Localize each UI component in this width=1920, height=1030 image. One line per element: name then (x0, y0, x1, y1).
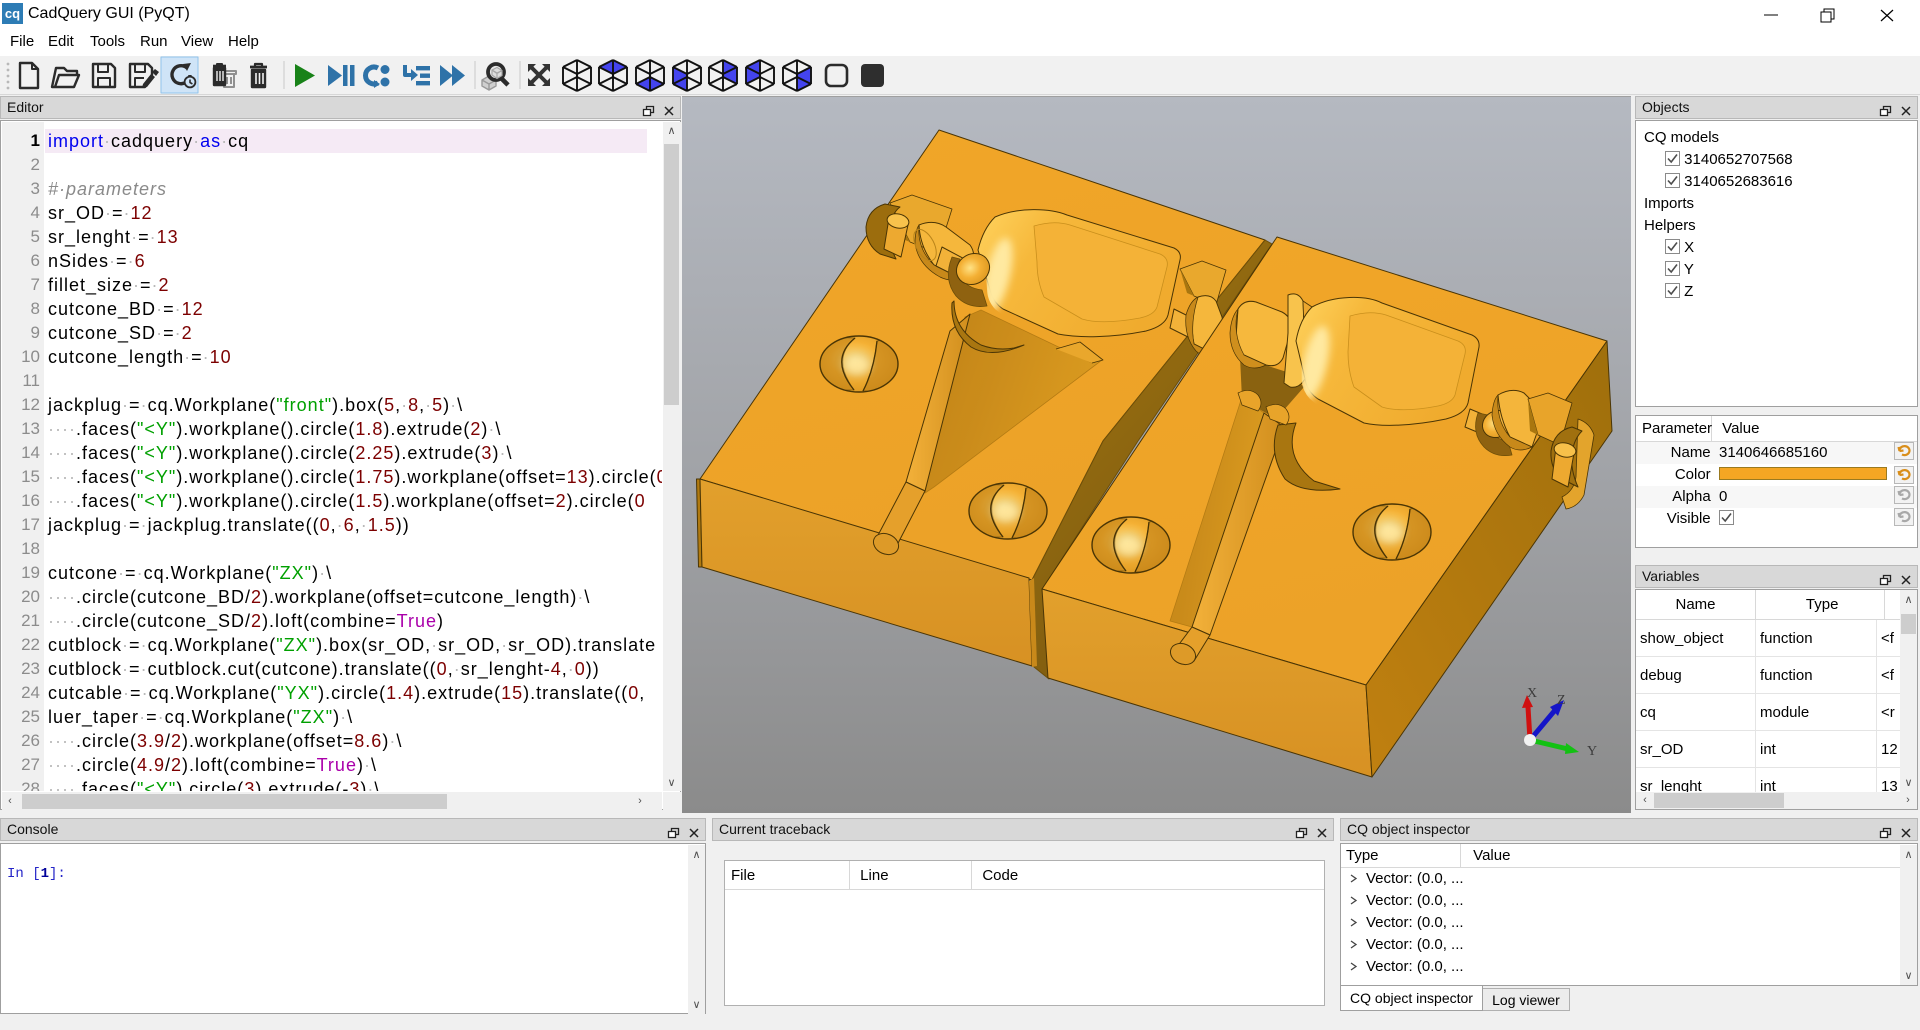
svg-text:Z: Z (1557, 693, 1566, 708)
svg-text:X: X (1527, 686, 1537, 701)
svg-text:Y: Y (1587, 744, 1597, 759)
